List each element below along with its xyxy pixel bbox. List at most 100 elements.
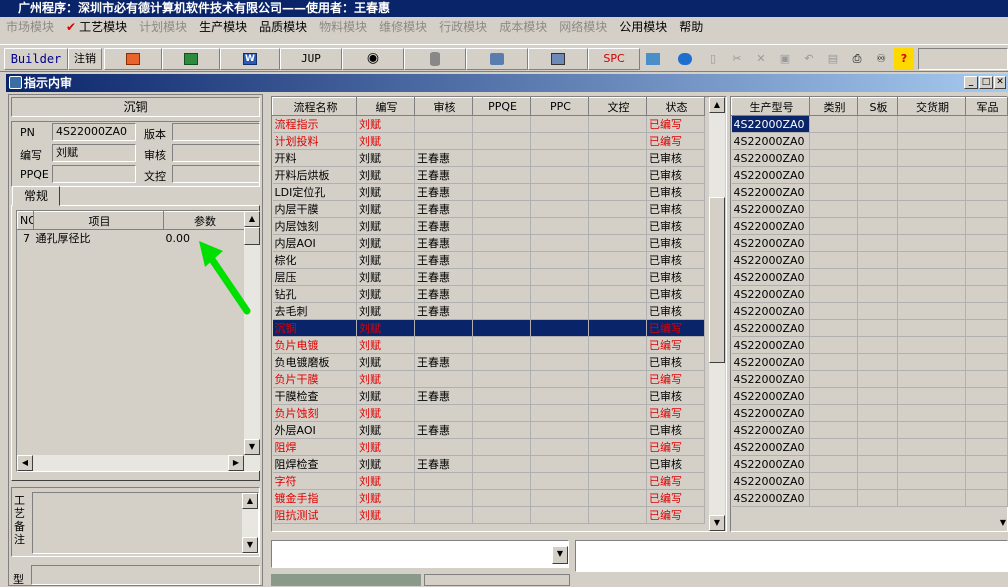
order-row[interactable]: 4S22000ZA0 (731, 149, 1008, 167)
flow-row[interactable]: 层压 刘赋 王春惠 已审核 (272, 268, 705, 286)
flow-row[interactable]: 内层AOI 刘赋 王春惠 已审核 (272, 234, 705, 252)
flow-row[interactable]: 沉铜 刘赋 已编写 (272, 319, 705, 337)
scroll-down-icon[interactable]: ▼ (242, 537, 258, 553)
bottom-combo-left[interactable]: ▼ (271, 540, 569, 568)
order-row[interactable]: 4S22000ZA0 (731, 268, 1008, 286)
delete-button[interactable]: ✕ (750, 48, 772, 70)
logout-button[interactable]: 注销 (68, 48, 102, 70)
order-row[interactable]: 4S22000ZA0 (731, 217, 1008, 235)
order-row[interactable]: 4S22000ZA0 (731, 438, 1008, 456)
col-status[interactable]: 状态 (646, 97, 705, 116)
scroll-up-icon[interactable]: ▲ (242, 493, 258, 509)
help-button[interactable]: ? (894, 48, 914, 70)
flow-row[interactable]: 干膜检查 刘赋 王春惠 已审核 (272, 387, 705, 405)
flow-row[interactable]: 负电镀磨板 刘赋 王春惠 已审核 (272, 353, 705, 371)
undo-button[interactable]: ↶ (798, 48, 820, 70)
order-row[interactable]: 4S22000ZA0 (731, 455, 1008, 473)
word-button[interactable]: W (220, 48, 280, 70)
bottom-text-right[interactable] (575, 540, 1008, 572)
menu-admin[interactable]: 行政模块 (433, 17, 493, 37)
tab-general[interactable]: 常规 (12, 186, 60, 206)
flow-row[interactable]: 镀金手指 刘赋 已编写 (272, 489, 705, 507)
database-button[interactable] (404, 48, 466, 70)
dc-field[interactable] (172, 165, 260, 183)
new-button[interactable]: ▯ (702, 48, 724, 70)
calculator-button[interactable] (642, 48, 664, 70)
remark-vscroll[interactable]: ▲ ▼ (242, 493, 258, 553)
params-hscroll[interactable]: ◀ ▶ (17, 455, 244, 471)
menu-market[interactable]: 市场模块 (0, 17, 60, 37)
powerpoint-button[interactable] (104, 48, 162, 70)
version-field[interactable] (172, 123, 260, 141)
menu-quality[interactable]: 品质模块 (253, 17, 313, 37)
flow-row[interactable]: 内层蚀刻 刘赋 王春惠 已审核 (272, 217, 705, 235)
type-field[interactable] (31, 565, 260, 585)
jup-button[interactable]: JUP (280, 48, 342, 70)
order-row[interactable]: 4S22000ZA0 (731, 353, 1008, 371)
flow-row[interactable]: 棕化 刘赋 王春惠 已审核 (272, 251, 705, 269)
order-row[interactable]: 4S22000ZA0 (731, 234, 1008, 252)
order-row[interactable]: 4S22000ZA0 (731, 166, 1008, 184)
col-s-board[interactable]: S板 (857, 97, 898, 116)
order-row[interactable]: 4S22000ZA0 (731, 387, 1008, 405)
col-delivery[interactable]: 交货期 (897, 97, 966, 116)
order-row[interactable]: 4S22000ZA0 (731, 336, 1008, 354)
internet-button[interactable] (674, 48, 696, 70)
menu-public[interactable]: 公用模块 (613, 17, 673, 37)
order-row[interactable]: 4S22000ZA0 (731, 489, 1008, 507)
computer-button[interactable] (528, 48, 588, 70)
spc-button[interactable]: SPC (588, 48, 640, 70)
order-row[interactable]: 4S22000ZA0 (731, 183, 1008, 201)
flow-vscroll[interactable]: ▲ ▼ (709, 97, 725, 531)
menu-help[interactable]: 帮助 (673, 17, 709, 37)
remark-textarea[interactable]: ▲ ▼ (32, 492, 259, 554)
order-row[interactable]: 4S22000ZA0 (731, 115, 1008, 133)
close-button[interactable]: ✕ (994, 76, 1006, 89)
col-category[interactable]: 类别 (809, 97, 858, 116)
col-military[interactable]: 军品 (965, 97, 1008, 116)
builder-button[interactable]: Builder (4, 48, 68, 70)
flow-row[interactable]: 阻抗测试 刘赋 已编写 (272, 506, 705, 524)
review-field[interactable] (172, 144, 260, 162)
flow-row[interactable]: 阻焊检查 刘赋 王春惠 已审核 (272, 455, 705, 473)
order-row[interactable]: 4S22000ZA0 (731, 285, 1008, 303)
scroll-up-icon[interactable]: ▲ (244, 211, 260, 227)
col-process-name[interactable]: 流程名称 (272, 97, 357, 116)
writer-field[interactable]: 刘赋 (52, 144, 136, 162)
eye-button[interactable]: ◉ (342, 48, 404, 70)
flow-row[interactable]: 负片干膜 刘赋 已编写 (272, 370, 705, 388)
order-row[interactable]: 4S22000ZA0 (731, 370, 1008, 388)
order-row[interactable]: 4S22000ZA0 (731, 421, 1008, 439)
menu-network[interactable]: 网络模块 (553, 17, 613, 37)
col-item[interactable]: 项目 (33, 211, 164, 230)
flow-row[interactable]: 开料后烘板 刘赋 王春惠 已审核 (272, 166, 705, 184)
menu-process[interactable]: ✔ 工艺模块 (60, 17, 133, 37)
order-row[interactable]: 4S22000ZA0 (731, 404, 1008, 422)
order-row[interactable]: 4S22000ZA0 (731, 302, 1008, 320)
flow-row[interactable]: 去毛刺 刘赋 王春惠 已审核 (272, 302, 705, 320)
order-row[interactable]: 4S22000ZA0 (731, 472, 1008, 490)
col-review[interactable]: 审核 (414, 97, 473, 116)
flow-row[interactable]: 流程指示 刘赋 已编写 (272, 115, 705, 133)
dropdown-icon[interactable]: ▼ (552, 546, 568, 564)
scroll-up-icon[interactable]: ▲ (709, 97, 725, 113)
menu-cost[interactable]: 成本模块 (493, 17, 553, 37)
save-button[interactable]: ▣ (774, 48, 796, 70)
flow-row[interactable]: 开料 刘赋 王春惠 已审核 (272, 149, 705, 167)
col-param[interactable]: 参数 (163, 211, 245, 230)
order-row[interactable]: 4S22000ZA0 (731, 132, 1008, 150)
col-ppc[interactable]: PPC (530, 97, 589, 116)
col-dc[interactable]: 文控 (588, 97, 647, 116)
scroll-down-icon[interactable]: ▼ (998, 516, 1008, 530)
scroll-right-icon[interactable]: ▶ (228, 455, 244, 471)
scroll-thumb[interactable] (709, 197, 725, 363)
scroll-left-icon[interactable]: ◀ (17, 455, 33, 471)
flow-row[interactable]: 计划投料 刘赋 已编写 (272, 132, 705, 150)
preview-button[interactable]: ▤ (822, 48, 844, 70)
maximize-button[interactable]: □ (979, 76, 993, 89)
print-button[interactable]: ⎙ (846, 48, 868, 70)
col-no[interactable]: NO (17, 211, 34, 230)
flow-row[interactable]: 字符 刘赋 已编写 (272, 472, 705, 490)
cut-button[interactable]: ✂ (726, 48, 748, 70)
menu-maintenance[interactable]: 维修模块 (373, 17, 433, 37)
